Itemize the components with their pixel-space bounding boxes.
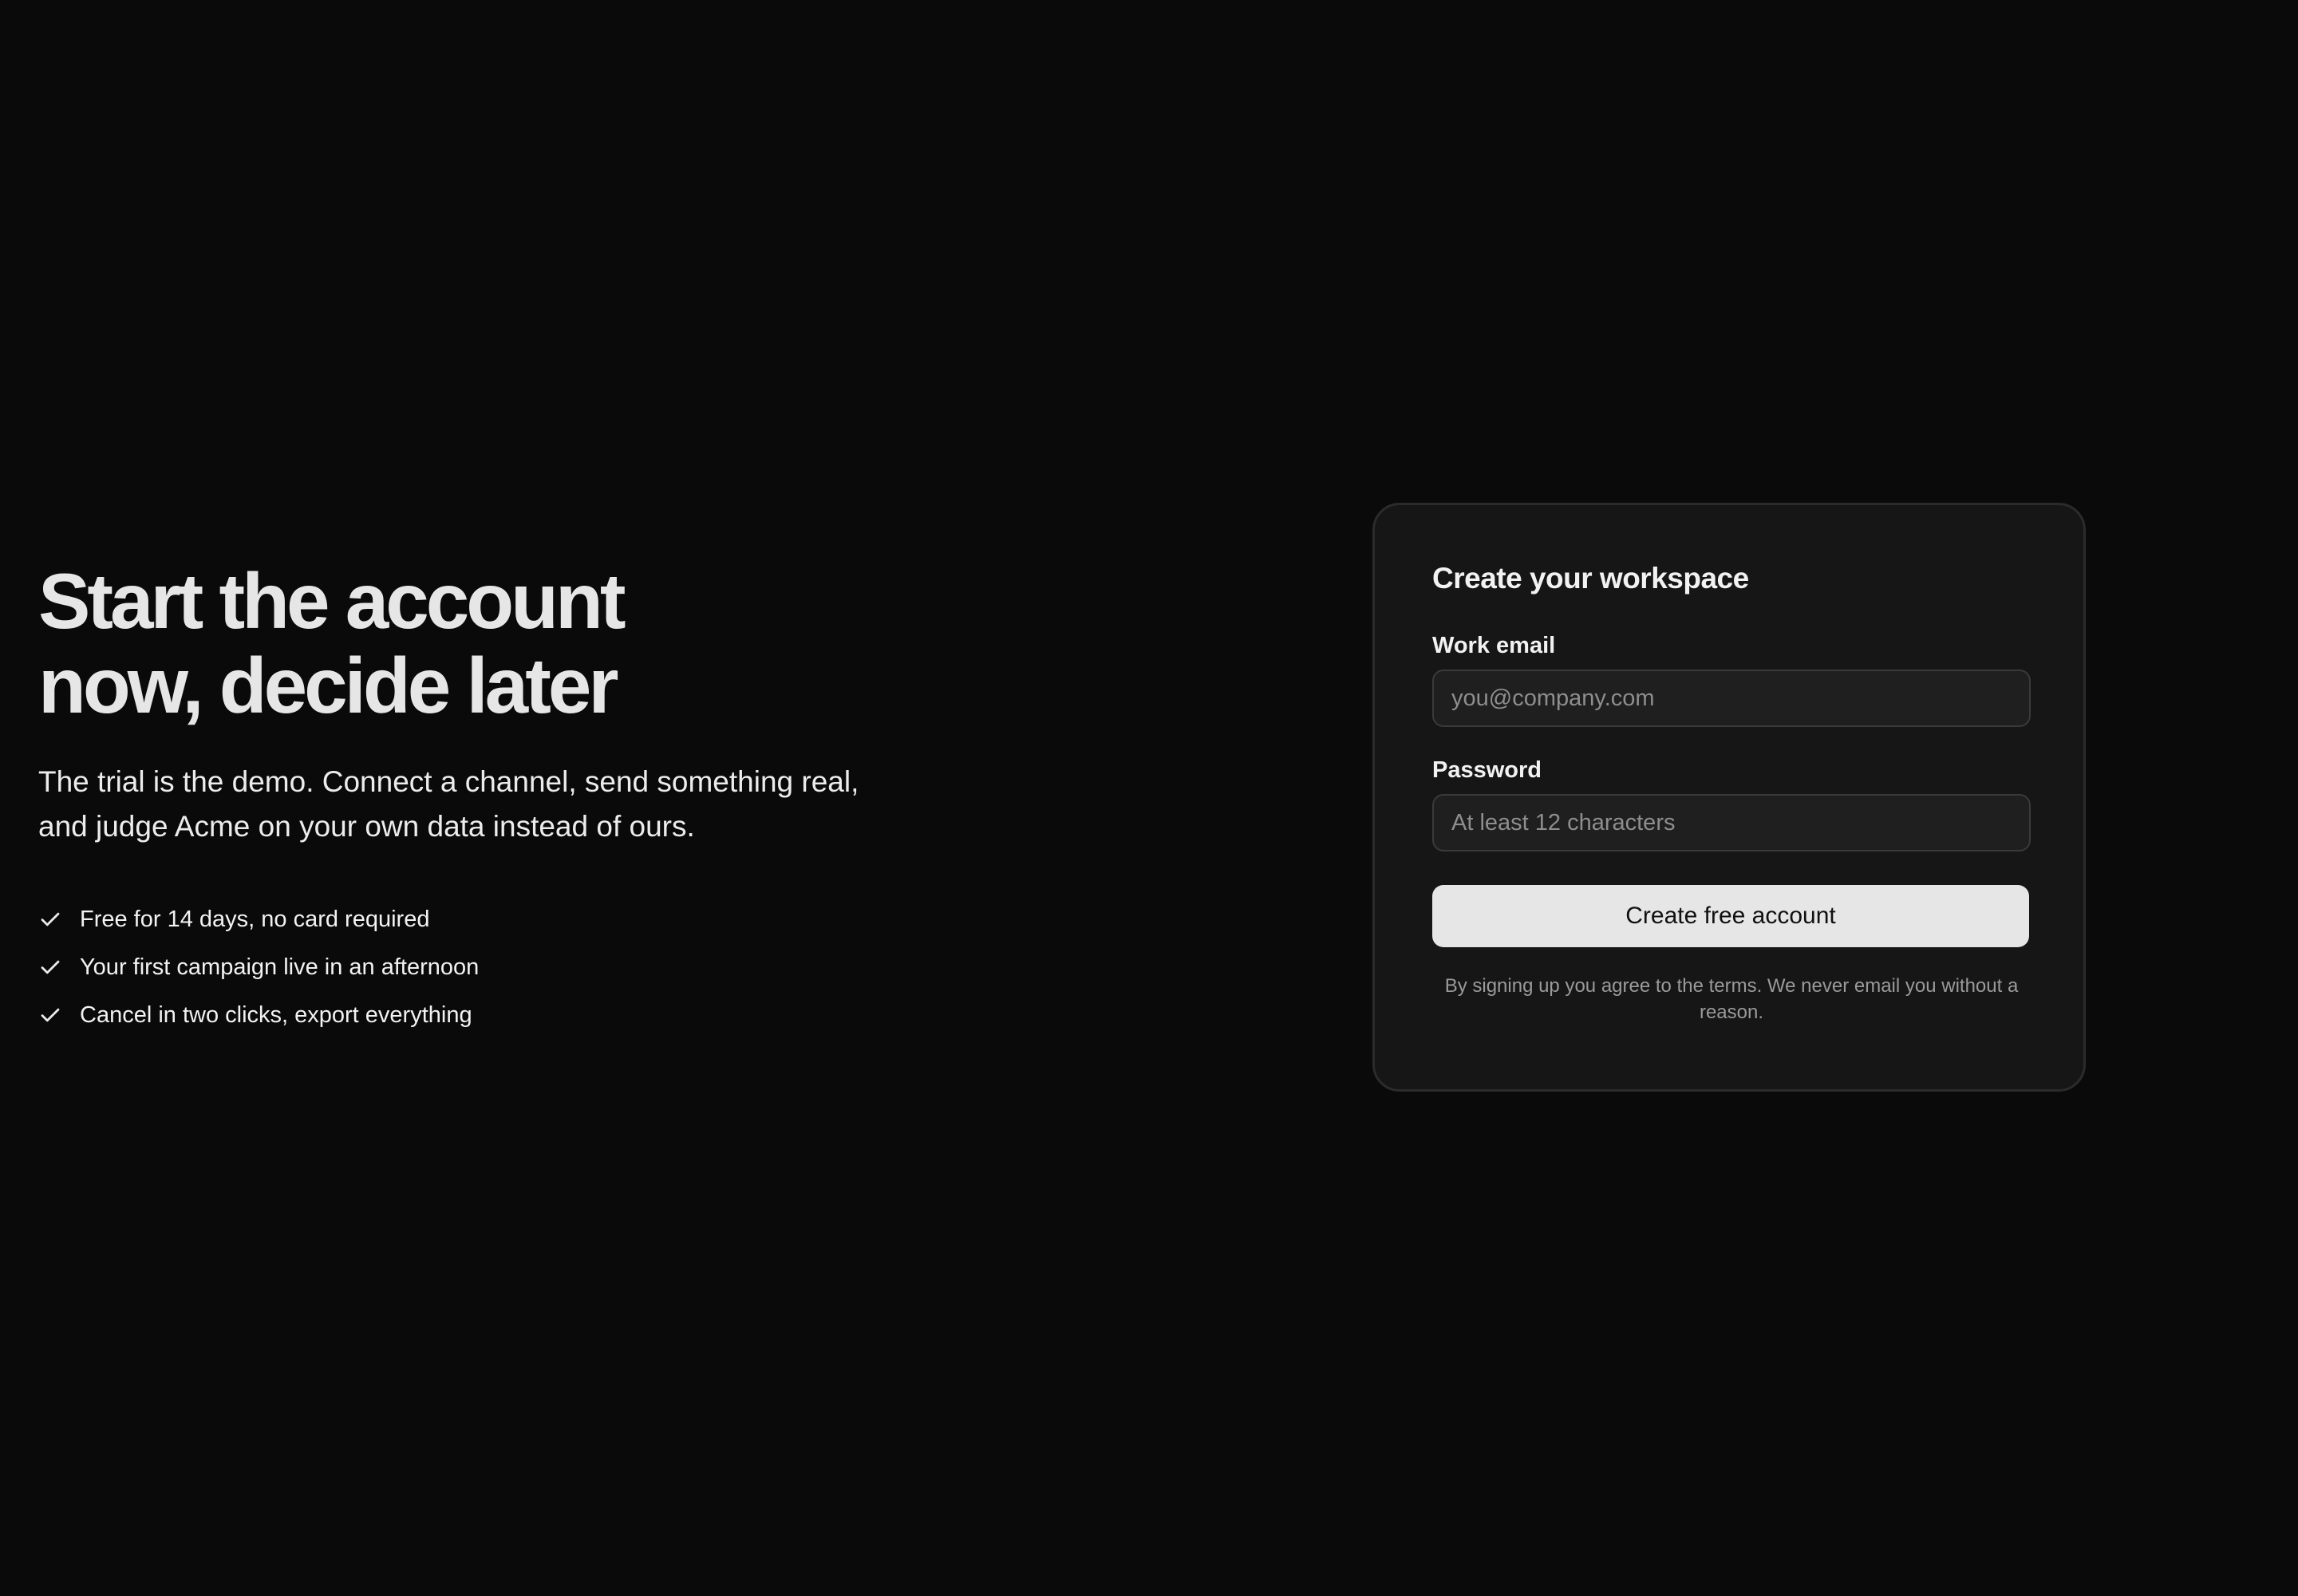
check-icon xyxy=(41,1008,60,1022)
email-label: Work email xyxy=(1432,633,1556,658)
terms-note: By signing up you agree to the terms. We… xyxy=(1444,975,2019,1023)
check-icon xyxy=(41,912,60,926)
benefits-list: Free for 14 days, no card required Your … xyxy=(38,895,916,1039)
benefit-text: Your first campaign live in an afternoon xyxy=(80,954,480,980)
hero-section: Start the account now, decide later The … xyxy=(38,559,916,1039)
email-input[interactable] xyxy=(1432,670,2031,727)
benefit-text: Free for 14 days, no card required xyxy=(80,906,430,932)
hero-subtitle: The trial is the demo. Connect a channel… xyxy=(38,765,859,843)
check-icon xyxy=(41,960,60,974)
benefit-item: Your first campaign live in an afternoon xyxy=(38,943,916,991)
hero-title: Start the account now, decide later xyxy=(38,557,626,729)
benefit-item: Cancel in two clicks, export everything xyxy=(38,991,916,1039)
password-input[interactable] xyxy=(1432,794,2031,851)
benefit-text: Cancel in two clicks, export everything xyxy=(80,1001,472,1028)
create-account-button[interactable]: Create free account xyxy=(1432,885,2029,947)
password-label: Password xyxy=(1432,757,1542,783)
signup-page: Start the account now, decide later The … xyxy=(0,0,2298,1596)
card-title: Create your workspace xyxy=(1432,562,1749,595)
benefit-item: Free for 14 days, no card required xyxy=(38,895,916,943)
signup-card: Create your workspace Work email Passwor… xyxy=(1372,503,2086,1092)
